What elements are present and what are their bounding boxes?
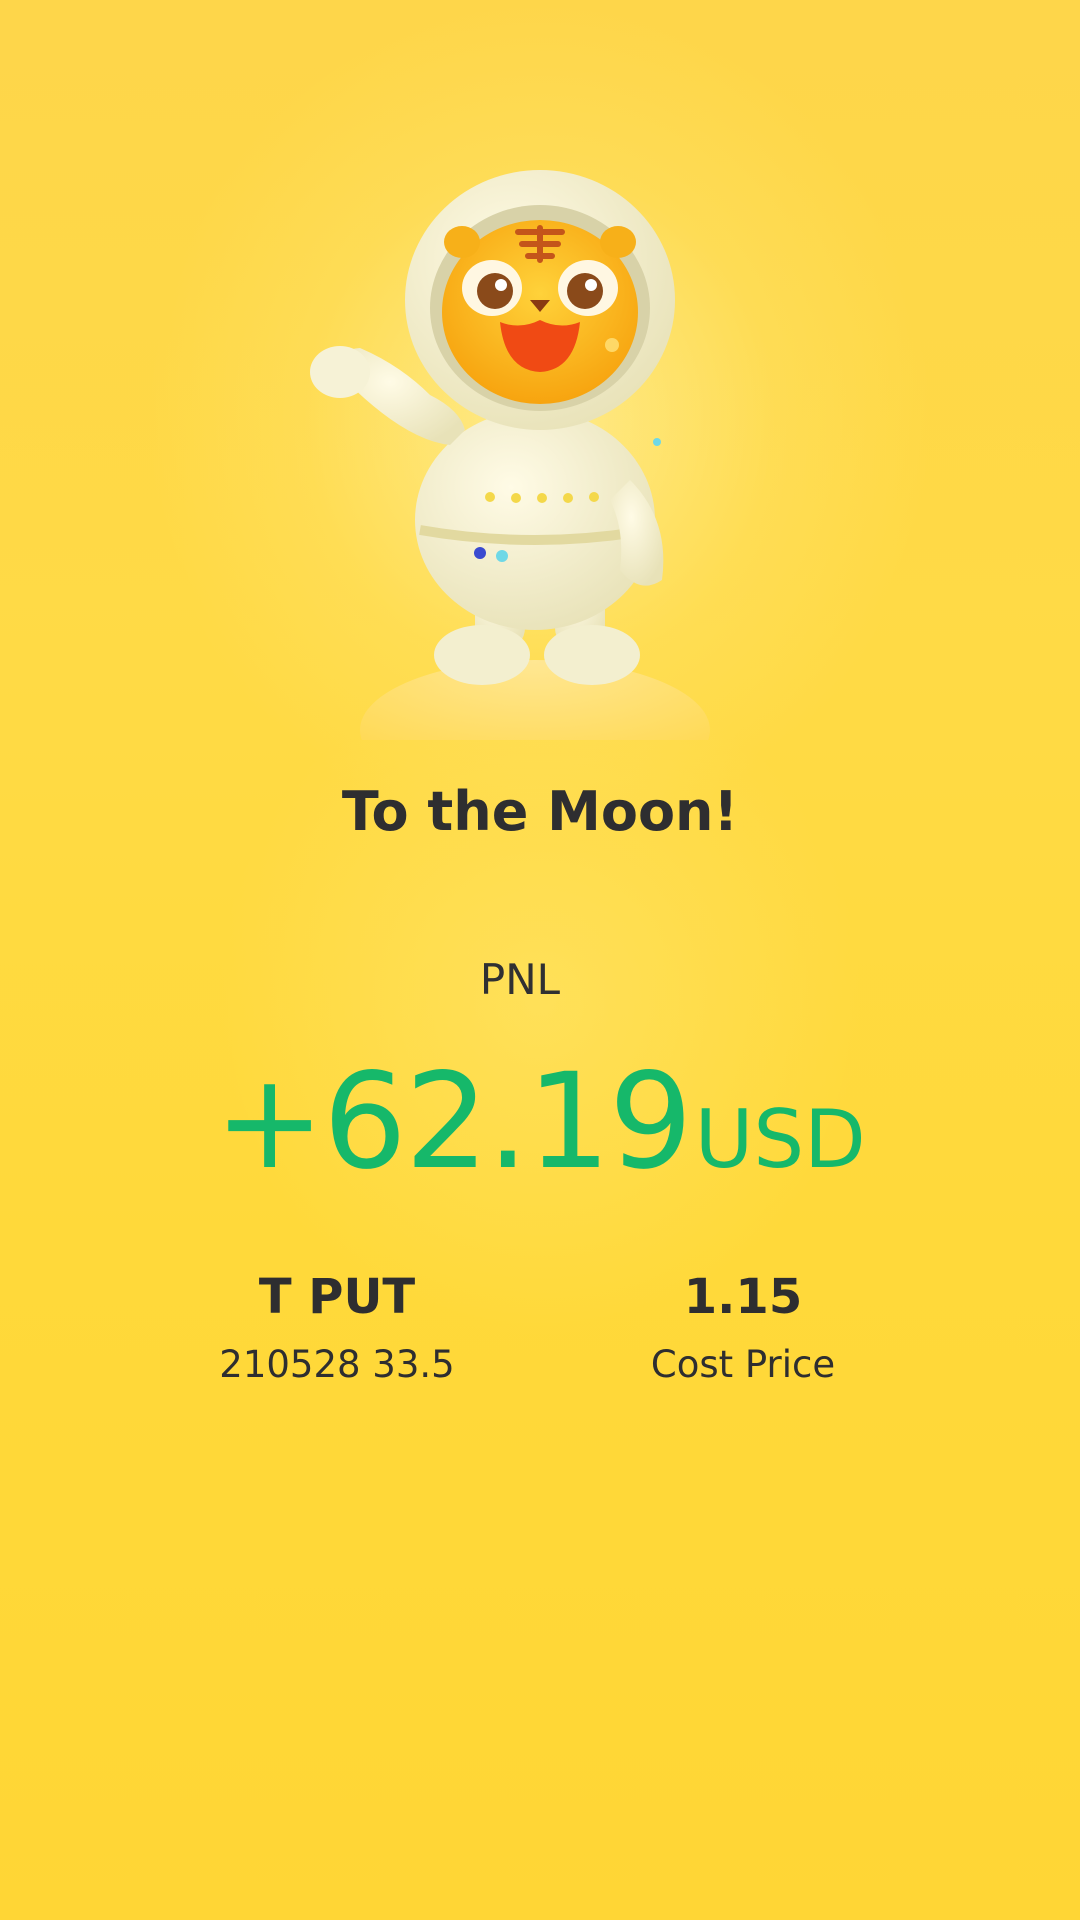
cost-price-value: 1.15: [683, 1269, 803, 1325]
cost-info: 1.15 Cost Price: [543, 1265, 943, 1389]
pnl-label: PNL: [479, 955, 561, 1004]
position-info: T PUT 210528 33.5: [137, 1265, 537, 1389]
pnl-unit: USD: [694, 1093, 866, 1186]
tiger-astronaut-mascot-icon: [290, 140, 790, 800]
pnl-amount: +62.19USD: [0, 1045, 1080, 1199]
headline: To the Moon!: [341, 780, 739, 843]
position-contract: 210528 33.5: [219, 1343, 455, 1386]
pnl-value: +62.19: [214, 1045, 692, 1199]
cost-price-label: Cost Price: [650, 1343, 836, 1386]
position-name: T PUT: [258, 1269, 416, 1325]
